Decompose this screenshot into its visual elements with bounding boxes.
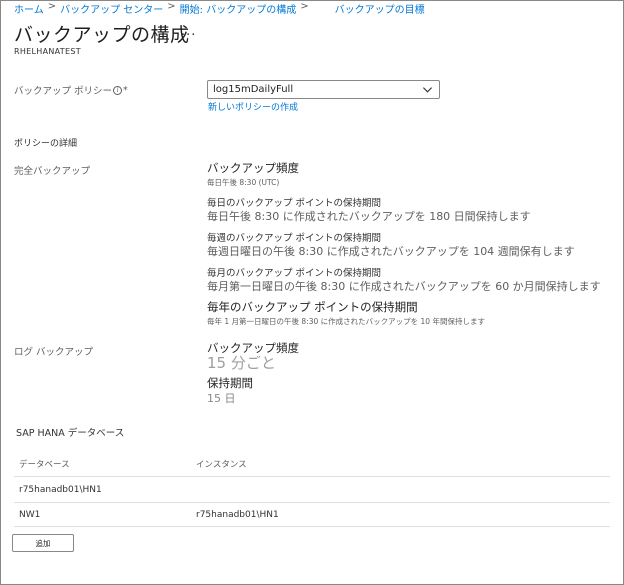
full-backup-label: 完全バックアップ <box>14 166 91 177</box>
backup-policy-label: バックアップ ポリシー i * <box>14 84 128 98</box>
page-title: バックアップの構成 <box>14 24 190 46</box>
table-divider <box>14 502 610 503</box>
daily-retention-value: 毎日午後 8:30 に作成されたバックアップを 180 日間保持します <box>207 210 531 223</box>
breadcrumb: ホーム > バックアップ センター > 開始: バックアップの構成 > バックア… <box>14 1 425 16</box>
info-icon[interactable]: i <box>113 85 123 95</box>
breadcrumb-backup-center[interactable]: バックアップ センター <box>60 1 163 16</box>
backup-policy-selected: log15mDailyFull <box>213 84 294 95</box>
full-frequency-title: バックアップ頻度 <box>207 161 299 175</box>
breadcrumb-home[interactable]: ホーム <box>14 1 44 16</box>
column-header-database: データベース <box>19 460 70 470</box>
weekly-retention-value: 毎週日曜日の午後 8:30 に作成されたバックアップを 104 週間保有します <box>207 245 575 258</box>
chevron-down-icon <box>422 87 433 93</box>
table-divider <box>14 476 610 477</box>
breadcrumb-backup-goal[interactable]: バックアップの目標 <box>335 1 425 16</box>
breadcrumb-separator: > <box>167 1 176 12</box>
log-retention-value: 15 日 <box>207 392 236 405</box>
column-header-instance: インスタンス <box>196 460 247 470</box>
table-row-instance: r75hanadb01\HN1 <box>196 510 279 520</box>
table-divider <box>14 526 610 527</box>
page-subtitle: RHELHANATEST <box>14 47 81 56</box>
log-frequency-value: 15 分ごと <box>207 354 276 372</box>
yearly-retention-title: 毎年のバックアップ ポイントの保持期間 <box>207 300 418 314</box>
add-button[interactable]: 追加 <box>12 534 74 552</box>
log-backup-label: ログ バックアップ <box>14 347 94 358</box>
breadcrumb-separator: > <box>300 1 309 12</box>
full-frequency-value: 毎日午後 8:30 (UTC) <box>207 178 280 187</box>
table-row-database: r75hanadb01\HN1 <box>19 485 102 495</box>
yearly-retention-value: 毎年 1 月第一日曜日の午後 8:30 に作成されたバックアップを 10 年間保… <box>207 317 485 326</box>
sap-hana-heading: SAP HANA データベース <box>16 428 125 439</box>
required-mark: * <box>123 84 128 96</box>
breadcrumb-configure[interactable]: 開始: バックアップの構成 <box>180 1 297 16</box>
log-retention-title: 保持期間 <box>207 376 253 390</box>
table-row-database: NW1 <box>19 510 41 520</box>
breadcrumb-separator: > <box>47 1 57 12</box>
monthly-retention-value: 毎月第一日曜日の午後 8:30 に作成されたバックアップを 60 か月間保持しま… <box>207 280 601 293</box>
daily-retention-title: 毎日のバックアップ ポイントの保持期間 <box>207 198 382 209</box>
more-options-icon[interactable]: ... <box>181 24 196 39</box>
backup-policy-dropdown[interactable]: log15mDailyFull <box>207 80 440 99</box>
weekly-retention-title: 毎週のバックアップ ポイントの保持期間 <box>207 233 382 244</box>
policy-details-heading: ポリシーの詳細 <box>14 139 78 149</box>
create-new-policy-link[interactable]: 新しいポリシーの作成 <box>208 100 298 113</box>
monthly-retention-title: 毎月のバックアップ ポイントの保持期間 <box>207 268 382 279</box>
